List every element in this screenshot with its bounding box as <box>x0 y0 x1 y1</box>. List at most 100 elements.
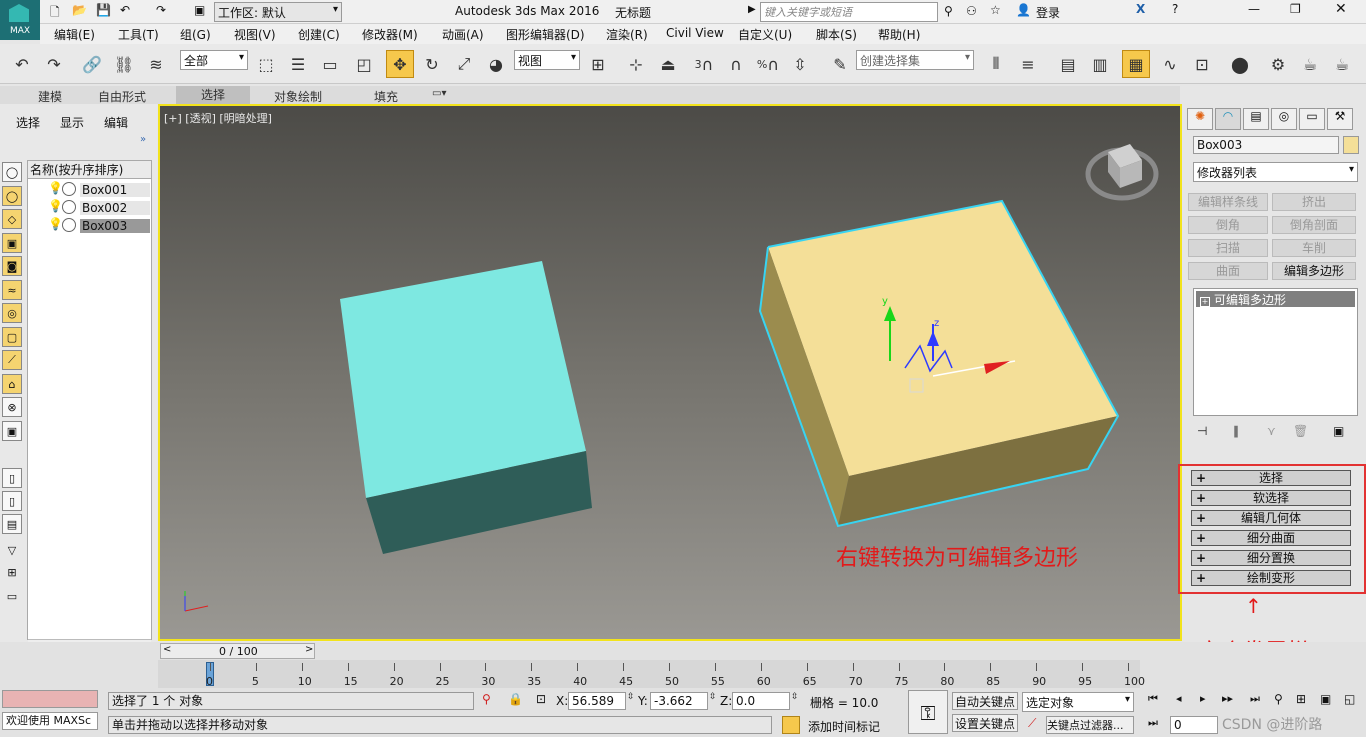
keyboard-shortcut-icon[interactable]: ⏏ <box>654 50 682 78</box>
menu-rendering[interactable]: 渲染(R) <box>606 26 648 43</box>
object-name-field[interactable]: Box003 <box>1193 136 1339 154</box>
help-icon[interactable]: ? <box>1172 2 1178 16</box>
extrude-button[interactable]: 挤出 <box>1272 193 1356 211</box>
none-filter-icon[interactable]: ▯ <box>2 491 22 511</box>
window-crossing-icon[interactable]: ◰ <box>350 50 378 78</box>
redo-button[interactable]: ↷ <box>40 50 68 78</box>
auto-key-button[interactable]: 自动关键点 <box>952 692 1018 710</box>
angle-snap-icon[interactable]: ∩ <box>722 50 750 78</box>
stack-expand-icon[interactable]: + <box>1200 297 1210 307</box>
menu-scripting[interactable]: 脚本(S) <box>816 26 857 43</box>
expand-chevron-icon[interactable]: » <box>140 134 146 145</box>
explorer-tab-display[interactable]: 显示 <box>60 114 84 131</box>
lock-selection-icon[interactable]: 🔒 <box>508 692 523 706</box>
community-icon[interactable]: ⚇ <box>966 4 977 18</box>
spinner-snap-icon[interactable]: ⇳ <box>786 50 814 78</box>
xref-filter-icon[interactable]: ⊗ <box>2 397 22 417</box>
zoom-extents-icon[interactable]: ▣ <box>1320 692 1331 706</box>
set-key-button[interactable]: 设置关键点 <box>952 714 1018 732</box>
time-slider[interactable]: < 0 / 100 > <box>160 643 315 659</box>
select-place-icon[interactable]: ◕ <box>482 50 510 78</box>
link-icon[interactable]: 🔗 <box>78 50 106 78</box>
restore-icon[interactable]: ❐ <box>1290 2 1301 16</box>
edit-poly-button[interactable]: 编辑多边形 <box>1272 262 1356 280</box>
curve-editor-icon[interactable]: ∿ <box>1156 50 1184 78</box>
list-item[interactable]: 💡 Box002 <box>28 199 151 217</box>
edit-named-selection-icon[interactable]: ✎ <box>826 50 854 78</box>
tab-freeform[interactable]: 自由形式 <box>98 88 146 105</box>
helper-filter-icon[interactable]: ≈ <box>2 280 22 300</box>
add-time-tag[interactable]: 添加时间标记 <box>808 718 880 735</box>
menu-modifiers[interactable]: 修改器(M) <box>362 26 418 43</box>
light-filter-icon[interactable]: ◙ <box>2 256 22 276</box>
save-icon[interactable]: 💾 <box>96 3 111 17</box>
pin-stack-icon[interactable]: ⊣ <box>1197 424 1207 438</box>
display-all-icon[interactable]: ◯ <box>2 162 22 182</box>
select-move-icon[interactable]: ✥ <box>386 50 414 78</box>
play-icon[interactable]: ▸ <box>1200 692 1206 705</box>
freeze-icon[interactable] <box>62 182 76 196</box>
menu-tools[interactable]: 工具(T) <box>118 26 159 43</box>
surface-button[interactable]: 曲面 <box>1188 262 1268 280</box>
favorites-icon[interactable]: ☆ <box>990 3 1001 17</box>
x-coordinate-input[interactable]: 56.589 <box>568 692 626 710</box>
make-unique-icon[interactable]: ⋎ <box>1267 424 1276 438</box>
search-arrow-icon[interactable]: ▶ <box>748 4 756 15</box>
layer-icon[interactable]: ▭ <box>2 586 22 606</box>
bind-space-warp-icon[interactable]: ≋ <box>142 50 170 78</box>
zoom-all-icon[interactable]: ⊞ <box>1296 692 1306 706</box>
unlink-icon[interactable]: ⛓ <box>110 50 138 78</box>
workspace-dropdown[interactable]: 工作区: 默认 ▾ <box>214 2 342 22</box>
exchange-icon[interactable]: X <box>1136 2 1145 16</box>
list-item[interactable]: 💡 Box003 <box>28 217 151 235</box>
project-icon[interactable]: ▣ <box>194 3 205 17</box>
undo-icon[interactable]: ↶ <box>120 3 130 17</box>
frozen-filter-icon[interactable]: ▣ <box>2 421 22 441</box>
redo-icon[interactable]: ↷ <box>156 3 166 17</box>
time-tag-icon[interactable] <box>782 716 800 734</box>
stack-item-editable-poly[interactable]: + 可编辑多边形 <box>1196 291 1355 307</box>
perspective-viewport[interactable]: [+] [透视] [明暗处理] y z 右键转换为可编辑多边形 <box>158 104 1182 641</box>
current-frame-input[interactable]: 0 <box>1170 716 1218 734</box>
z-spinner-icon[interactable]: ⇳ <box>791 692 799 702</box>
isolate-icon[interactable]: ⚲ <box>482 692 491 706</box>
camera-filter-icon[interactable]: ▣ <box>2 233 22 253</box>
menu-create[interactable]: 创建(C) <box>298 26 340 43</box>
list-item[interactable]: 💡 Box001 <box>28 181 151 199</box>
select-by-name-icon[interactable]: ☰ <box>284 50 312 78</box>
select-scale-icon[interactable]: ⤢ <box>450 50 478 78</box>
schematic-view-icon[interactable]: ⊡ <box>1188 50 1216 78</box>
menu-group[interactable]: 组(G) <box>180 26 211 43</box>
percent-snap-icon[interactable]: % ∩ <box>754 50 782 78</box>
app-logo[interactable]: MAX <box>0 0 40 40</box>
toggle-ribbon-icon[interactable]: ▦ <box>1122 50 1150 78</box>
light-bulb-icon[interactable]: 💡 <box>48 199 63 213</box>
y-spinner-icon[interactable]: ⇳ <box>709 692 717 702</box>
ribbon-options-icon[interactable]: ▭▾ <box>432 88 446 99</box>
render-frame-icon[interactable]: ☕ <box>1296 50 1324 78</box>
spacewarp-filter-icon[interactable]: ◎ <box>2 303 22 323</box>
invert-filter-icon[interactable]: ▤ <box>2 514 22 534</box>
funnel-icon[interactable]: ▽ <box>2 540 22 560</box>
menu-graph-editors[interactable]: 图形编辑器(D) <box>506 26 585 43</box>
align-icon[interactable]: ≡ <box>1014 50 1042 78</box>
menu-civil-view[interactable]: Civil View <box>666 26 724 40</box>
timeline-track[interactable]: 0 5 10 15 20 25 30 35 40 45 50 55 60 65 70 75 80 85 90 95 10… <box>158 660 1145 688</box>
menu-help[interactable]: 帮助(H) <box>878 26 920 43</box>
open-file-icon[interactable]: 📂 <box>72 3 87 17</box>
menu-edit[interactable]: 编辑(E) <box>54 26 95 43</box>
configure-sets-icon[interactable]: ▣ <box>1333 424 1344 438</box>
group-filter-icon[interactable]: ▢ <box>2 327 22 347</box>
binoculars-icon[interactable]: ⚲ <box>944 4 953 18</box>
select-manipulate-icon[interactable]: ⊹ <box>622 50 650 78</box>
slider-next-icon[interactable]: > <box>305 644 313 655</box>
maximize-viewport-icon[interactable]: ◱ <box>1344 692 1355 706</box>
tab-object-paint[interactable]: 对象绘制 <box>274 88 322 105</box>
named-selection-set-dropdown[interactable]: 创建选择集 ▾ <box>856 50 974 70</box>
go-to-end-icon[interactable]: ⏭ <box>1250 692 1260 706</box>
user-icon[interactable]: 👤 <box>1016 3 1031 17</box>
create-tab-icon[interactable]: ✺ <box>1187 108 1213 130</box>
edit-spline-button[interactable]: 编辑样条线 <box>1188 193 1268 211</box>
remove-modifier-icon[interactable]: 🗑 <box>1293 424 1308 438</box>
render-production-icon[interactable]: ☕ <box>1328 50 1356 78</box>
